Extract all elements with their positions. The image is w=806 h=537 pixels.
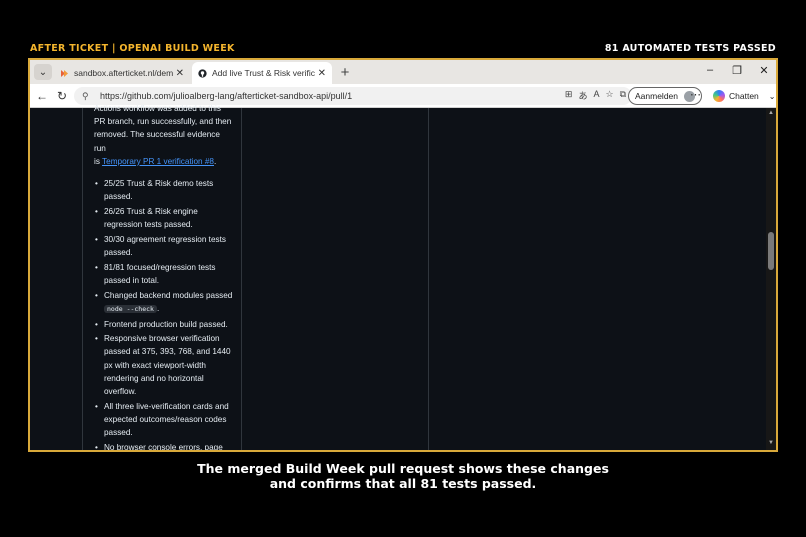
tab-afterticket-sandbox[interactable]: sandbox.afterticket.nl/demo/trust- ✕ [54, 62, 190, 84]
intro-line: Actions workflow was added to this [94, 104, 221, 113]
caption-line: and confirms that all 81 tests passed. [269, 476, 537, 491]
banner-title: AFTER TICKET | OPENAI BUILD WEEK [30, 43, 235, 54]
read-aloud-icon[interactable]: A [593, 89, 599, 102]
close-icon[interactable]: ✕ [318, 68, 326, 79]
test-results-list: 25/25 Trust & Risk demo tests passed. 26… [94, 177, 234, 450]
verification-run-link[interactable]: Temporary PR 1 verification #8 [102, 157, 214, 166]
tab-actions-menu-button[interactable]: ⌄ [34, 64, 52, 80]
list-item: Frontend production build passed. [94, 318, 234, 331]
list-item: All three live-verification cards and ex… [94, 400, 234, 440]
caption-line: The merged Build Week pull request shows… [197, 461, 609, 476]
list-item: No browser console errors, page errors, … [94, 441, 234, 450]
favorites-icon[interactable]: ⧉ [620, 89, 626, 102]
site-info-icon: ⚲ [82, 90, 89, 101]
pr-description: Actions workflow was added to this PR br… [94, 102, 234, 450]
scroll-thumb[interactable] [768, 232, 774, 270]
scroll-down-icon[interactable]: ▼ [767, 440, 775, 448]
restore-button[interactable]: ❐ [727, 64, 747, 77]
more-options-button[interactable]: ⋯ [690, 88, 704, 101]
url-text: https://github.com/julioalberg-lang/afte… [100, 91, 353, 101]
list-item: 81/81 focused/regression tests passed in… [94, 261, 234, 287]
intro-line: removed. The successful evidence run [94, 130, 220, 153]
chevron-down-icon: ⌄ [768, 91, 776, 101]
tab-github-pr[interactable]: Add live Trust & Risk verification p ✕ [192, 62, 332, 84]
close-icon[interactable]: ✕ [176, 68, 184, 79]
list-item: 25/25 Trust & Risk demo tests passed. [94, 177, 234, 203]
favorite-star-icon[interactable]: ☆ [605, 89, 613, 102]
afterticket-favicon-icon [60, 69, 69, 78]
list-item: Responsive browser verification passed a… [94, 332, 234, 398]
list-item: 26/26 Trust & Risk engine regression tes… [94, 205, 234, 231]
minimize-button[interactable]: – [700, 64, 720, 76]
tab-title: sandbox.afterticket.nl/demo/trust- [74, 68, 173, 78]
top-banner: AFTER TICKET | OPENAI BUILD WEEK 81 AUTO… [0, 40, 806, 58]
browser-window: ⌄ sandbox.afterticket.nl/demo/trust- ✕ A… [28, 58, 778, 452]
banner-test-count: 81 AUTOMATED TESTS PASSED [604, 43, 776, 54]
chevron-down-icon: ⌄ [38, 66, 48, 78]
tab-title: Add live Trust & Risk verification p [212, 68, 315, 78]
subtitle-caption: The merged Build Week pull request shows… [0, 461, 806, 491]
signin-label: Aanmelden [635, 91, 679, 101]
close-window-button[interactable]: ✕ [754, 64, 774, 77]
intro-line: PR branch, run successfully, and then [94, 117, 232, 127]
copilot-chat-button[interactable]: Chatten ⌄ [713, 87, 775, 105]
new-tab-button[interactable]: + [336, 63, 354, 81]
list-item: 30/30 agreement regression tests passed. [94, 233, 234, 259]
column-divider [82, 108, 83, 450]
app-available-icon[interactable]: ⊞ [565, 89, 573, 102]
page-content: Actions workflow was added to this PR br… [30, 104, 776, 450]
reload-icon: ↻ [56, 89, 68, 103]
translate-icon[interactable]: あ [578, 89, 587, 102]
back-button[interactable]: ← [34, 88, 50, 104]
url-actions: ⊞ あ A ☆ ⧉ [565, 89, 626, 102]
copilot-icon [713, 90, 725, 102]
tab-bar: ⌄ sandbox.afterticket.nl/demo/trust- ✕ A… [30, 60, 776, 84]
arrow-left-icon: ← [36, 89, 48, 103]
reload-button[interactable]: ↻ [54, 88, 70, 104]
vertical-scrollbar[interactable]: ▲ ▼ [766, 108, 776, 450]
scroll-up-icon[interactable]: ▲ [767, 110, 775, 118]
column-divider [241, 108, 242, 450]
github-icon [198, 68, 207, 78]
copilot-label: Chatten [729, 91, 759, 101]
intro-line: is Temporary PR 1 verification #8. [94, 156, 217, 166]
inline-code: node --check [104, 304, 157, 313]
column-divider [428, 108, 429, 450]
list-item: Changed backend modules passed node --ch… [94, 289, 234, 316]
